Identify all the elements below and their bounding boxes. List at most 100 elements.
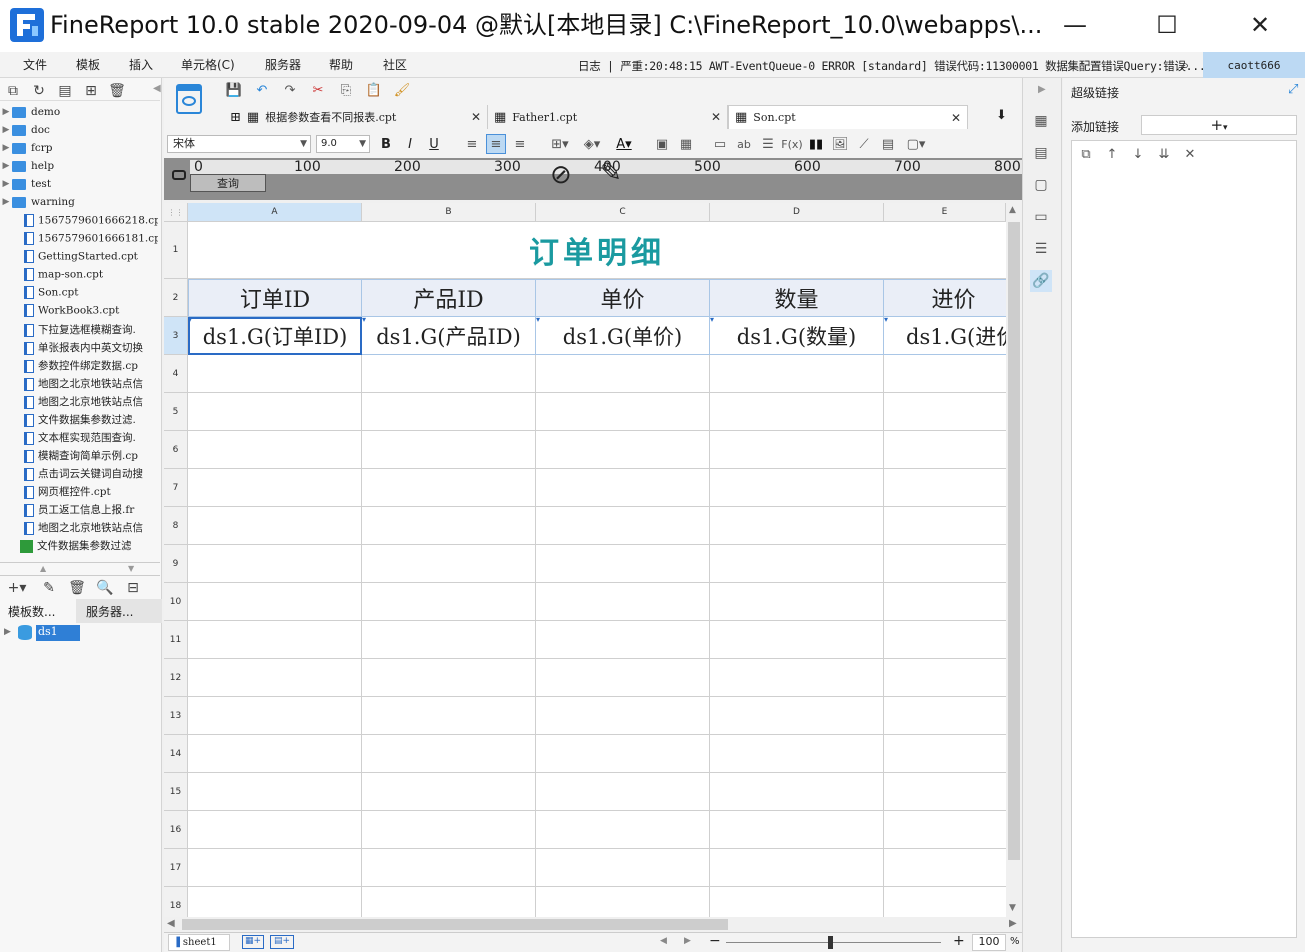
- tree-file[interactable]: 文件数据集参数过滤: [0, 538, 158, 556]
- tree-file[interactable]: 1567579601666218.cpt: [0, 214, 158, 232]
- collapse-up-icon[interactable]: ▲: [40, 564, 46, 573]
- tab-doc-2[interactable]: ▦ Father1.cpt ✕: [488, 105, 728, 129]
- parameter-toggle-icon[interactable]: [172, 170, 186, 180]
- zoom-in-icon[interactable]: +: [953, 933, 965, 949]
- user-account[interactable]: caott666: [1203, 52, 1305, 78]
- row-header[interactable]: 17: [164, 849, 188, 887]
- data-cell-selected[interactable]: ds1.G(订单ID): [188, 317, 362, 355]
- collapse-left-icon[interactable]: ◀: [153, 83, 161, 94]
- horizontal-scroll-thumb[interactable]: [182, 919, 728, 930]
- column-header[interactable]: C: [536, 203, 710, 222]
- image-icon[interactable]: 🖼: [830, 134, 850, 154]
- new-folder-icon[interactable]: ⧉: [4, 82, 22, 100]
- tree-folder[interactable]: ▶ test: [0, 178, 158, 196]
- tree-file[interactable]: Son.cpt: [0, 286, 158, 304]
- collapse-right-icon[interactable]: ▶: [1038, 84, 1046, 95]
- scroll-up-icon[interactable]: ▲: [1009, 205, 1016, 215]
- hyperlink-icon[interactable]: 🔗: [1030, 270, 1052, 292]
- zoom-input[interactable]: 100: [972, 934, 1006, 951]
- sheet-tab[interactable]: ▐ sheet1: [168, 934, 230, 951]
- underline-icon[interactable]: U: [424, 134, 444, 154]
- hyperlink-edit-icon[interactable]: ⤢: [1288, 82, 1298, 97]
- row-header[interactable]: 10: [164, 583, 188, 621]
- tree-file[interactable]: 地图之北京地铁站点信: [0, 394, 158, 412]
- menu-insert[interactable]: 插入: [129, 56, 153, 73]
- italic-icon[interactable]: I: [400, 134, 420, 154]
- tree-file[interactable]: WorkBook3.cpt: [0, 304, 158, 322]
- row-header[interactable]: 11: [164, 621, 188, 659]
- edit-icon[interactable]: ✎: [40, 579, 58, 597]
- maximize-button[interactable]: ☐: [1147, 8, 1187, 42]
- tree-file[interactable]: GettingStarted.cpt: [0, 250, 158, 268]
- delete-dataset-icon[interactable]: 🗑: [68, 579, 86, 597]
- border-icon[interactable]: ⊞▾: [546, 134, 574, 154]
- sort-icon[interactable]: ⇊: [1154, 144, 1174, 164]
- expand-arrow-icon[interactable]: ▶: [4, 627, 11, 637]
- row-header[interactable]: 8: [164, 507, 188, 545]
- prev-sheet-icon[interactable]: ◀: [660, 936, 667, 946]
- report-grid[interactable]: ⋮⋮ A B C D E 1 2 3 4 5 6 7 8 9 10 11 12 …: [164, 203, 1006, 917]
- row-header[interactable]: 13: [164, 697, 188, 735]
- tab-server-dataset[interactable]: 服务器...: [78, 599, 154, 623]
- add-dashboard-sheet-icon[interactable]: ▤+: [270, 935, 294, 949]
- remove-link-icon[interactable]: ✕: [1180, 144, 1200, 164]
- zoom-slider-thumb[interactable]: [828, 936, 833, 949]
- menu-community[interactable]: 社区: [383, 56, 407, 73]
- row-header[interactable]: 3: [164, 317, 188, 355]
- column-header[interactable]: E: [884, 203, 1006, 222]
- float-element-icon[interactable]: ▢: [1030, 174, 1052, 196]
- data-cell[interactable]: ds1.G(单价): [536, 317, 710, 355]
- data-cell[interactable]: ds1.G(数量): [710, 317, 884, 355]
- row-header[interactable]: 2: [164, 279, 188, 317]
- unmerge-cells-icon[interactable]: ▦: [676, 134, 696, 154]
- tree-file[interactable]: 参数控件绑定数据.cp: [0, 358, 158, 376]
- delete-icon[interactable]: 🗑: [108, 82, 126, 100]
- server-dataset-icon[interactable]: ⊟: [124, 579, 142, 597]
- menu-template[interactable]: 模板: [76, 56, 100, 73]
- tree-folder[interactable]: ▶ warning: [0, 196, 158, 214]
- data-cell[interactable]: ds1.G(进价): [884, 317, 1006, 355]
- move-down-icon[interactable]: ↓: [1128, 144, 1148, 164]
- row-header[interactable]: 6: [164, 431, 188, 469]
- tree-folder[interactable]: ▶ doc: [0, 124, 158, 142]
- dataset-item-ds1[interactable]: ds1: [36, 625, 80, 641]
- menu-cell[interactable]: 单元格(C): [181, 56, 235, 73]
- tree-file[interactable]: 网页框控件.cpt: [0, 484, 158, 502]
- cut-icon[interactable]: ✂: [308, 80, 328, 100]
- select-all-corner[interactable]: ⋮⋮: [164, 203, 188, 222]
- template-dataset-icon[interactable]: [176, 84, 202, 114]
- add-dataset-icon[interactable]: +▾: [4, 579, 30, 597]
- close-button[interactable]: ✕: [1240, 8, 1280, 42]
- panel-splitter[interactable]: ▲ ▼: [0, 562, 160, 576]
- save-icon[interactable]: 💾: [224, 80, 244, 100]
- tree-file[interactable]: 文本框实现范围查询.: [0, 430, 158, 448]
- tree-file[interactable]: 点击词云关键词自动搜: [0, 466, 158, 484]
- tree-file[interactable]: 地图之北京地铁站点信: [0, 520, 158, 538]
- row-header[interactable]: 5: [164, 393, 188, 431]
- bold-icon[interactable]: B: [376, 134, 396, 154]
- collapse-down-icon[interactable]: ▼: [128, 564, 134, 573]
- row-header[interactable]: 1: [164, 222, 188, 279]
- row-header[interactable]: 15: [164, 773, 188, 811]
- font-family-select[interactable]: 宋体 ▼: [167, 135, 311, 153]
- undo-icon[interactable]: ↶: [252, 80, 272, 100]
- tree-file[interactable]: map-son.cpt: [0, 268, 158, 286]
- row-header[interactable]: 16: [164, 811, 188, 849]
- column-header[interactable]: B: [362, 203, 536, 222]
- header-cell[interactable]: 单价: [536, 279, 710, 317]
- header-cell[interactable]: 订单ID: [188, 279, 362, 317]
- align-left-icon[interactable]: ≡: [462, 134, 482, 154]
- next-sheet-icon[interactable]: ▶: [684, 936, 691, 946]
- text-cell-icon[interactable]: ▭: [710, 134, 730, 154]
- font-color-icon[interactable]: A▾: [610, 134, 638, 154]
- column-header[interactable]: A: [188, 203, 362, 222]
- paste-icon[interactable]: 📋: [364, 80, 384, 100]
- header-cell[interactable]: 产品ID: [362, 279, 536, 317]
- tree-file[interactable]: 模糊查询简单示例.cp: [0, 448, 158, 466]
- formula-icon[interactable]: F(x): [781, 134, 802, 154]
- hide-eye-icon[interactable]: ⊘: [550, 160, 572, 190]
- tree-folder[interactable]: ▶ demo: [0, 106, 158, 124]
- scroll-down-icon[interactable]: ▼: [1009, 903, 1016, 913]
- chart-icon[interactable]: ▮▮: [806, 134, 826, 154]
- empty-cells[interactable]: [188, 355, 1006, 917]
